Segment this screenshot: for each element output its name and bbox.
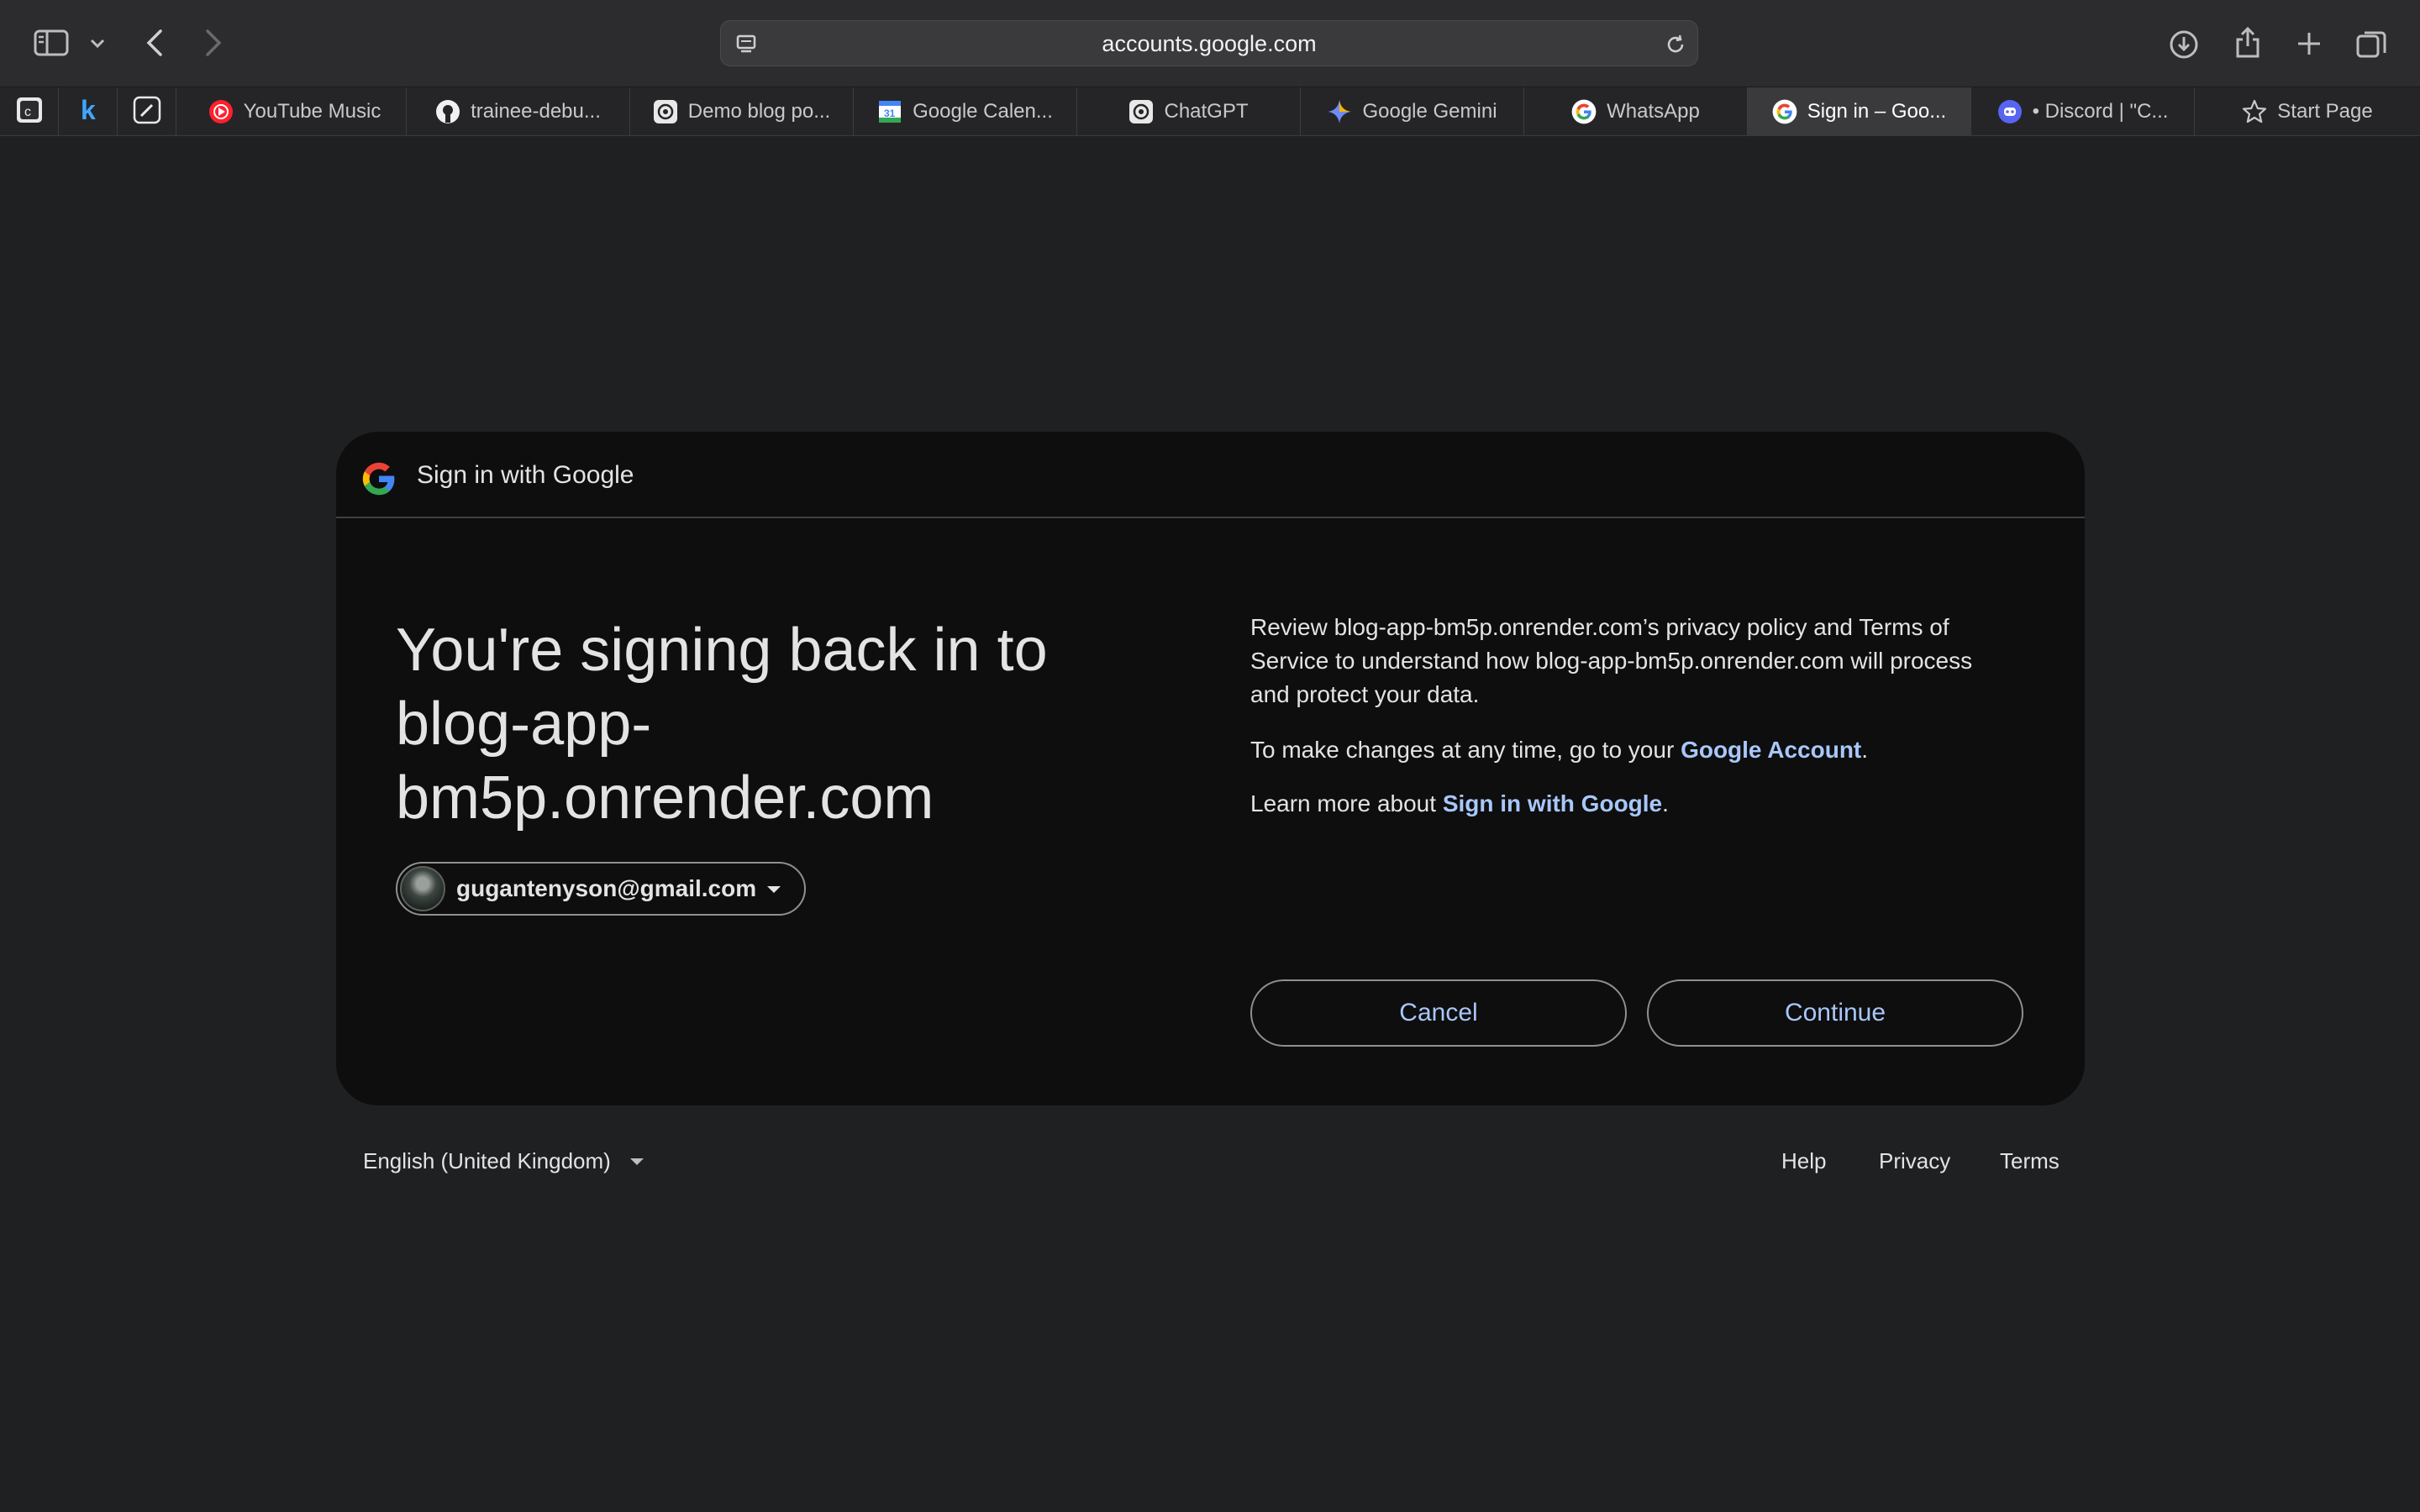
- discord-icon: [1997, 99, 2023, 124]
- tab-google-calendar[interactable]: 31 Google Calen...: [854, 87, 1077, 136]
- tab-label: Google Gemini: [1362, 100, 1497, 123]
- changes-suffix: .: [1861, 737, 1869, 763]
- github-icon: [435, 99, 460, 124]
- language-label: English (United Kingdom): [363, 1148, 611, 1173]
- tab-chatgpt[interactable]: ChatGPT: [1077, 87, 1301, 136]
- svg-text:31: 31: [884, 108, 896, 119]
- tab-youtube-music[interactable]: YouTube Music: [183, 87, 407, 136]
- sidebar-toggle-icon[interactable]: [32, 27, 71, 59]
- pinned-tab-3[interactable]: [118, 87, 176, 136]
- pen-icon: [133, 96, 161, 129]
- google-icon: [1571, 99, 1597, 124]
- chevron-down-icon: [765, 884, 782, 899]
- google-calendar-icon: 31: [877, 99, 902, 124]
- sign-in-with-google-link[interactable]: Sign in with Google: [1443, 790, 1662, 816]
- account-email: gugantenyson@gmail.com: [456, 875, 757, 901]
- tab-sign-in-google[interactable]: Sign in – Goo...: [1748, 87, 1971, 136]
- tab-label: trainee-debu...: [471, 100, 601, 123]
- chevron-down-icon[interactable]: [87, 34, 108, 54]
- page-title: You're signing back in to blog-app- bm5p…: [396, 613, 1118, 835]
- svg-text:k: k: [81, 96, 96, 124]
- tab-label: Sign in – Goo...: [1807, 100, 1947, 123]
- browser-toolbar: accounts.google.com: [0, 0, 2420, 87]
- reload-icon[interactable]: [1664, 33, 1687, 60]
- url-text[interactable]: accounts.google.com: [721, 21, 1697, 67]
- star-icon: [2242, 99, 2267, 124]
- account-chooser[interactable]: gugantenyson@gmail.com: [396, 862, 806, 916]
- tab-google-gemini[interactable]: Google Gemini: [1301, 87, 1524, 136]
- terms-link[interactable]: Terms: [2000, 1144, 2060, 1178]
- forward-icon[interactable]: [200, 25, 227, 60]
- dialog-header: Sign in with Google: [336, 432, 2085, 518]
- account-changes-text: To make changes at any time, go to your …: [1250, 733, 2015, 767]
- pinned-tab-1[interactable]: c: [0, 87, 59, 136]
- tab-start-page[interactable]: Start Page: [2195, 87, 2420, 136]
- pinned-app-icon: c: [15, 96, 44, 129]
- cancel-button[interactable]: Cancel: [1250, 979, 1627, 1047]
- gemini-icon: [1327, 99, 1352, 124]
- openai-icon: [1128, 99, 1154, 124]
- back-icon[interactable]: [141, 25, 168, 60]
- headline-line-2: blog-app-: [396, 690, 652, 758]
- changes-prefix: To make changes at any time, go to your: [1250, 737, 1681, 763]
- headline-line-1: You're signing back in to: [396, 617, 1048, 684]
- learn-suffix: .: [1662, 790, 1669, 816]
- tab-label: • Discord | "C...: [2032, 100, 2169, 123]
- tab-overview-icon[interactable]: [2353, 25, 2390, 62]
- google-icon: [1772, 99, 1797, 124]
- tab-discord[interactable]: • Discord | "C...: [1971, 87, 2195, 136]
- address-bar[interactable]: accounts.google.com: [720, 20, 1698, 66]
- openai-icon: [653, 99, 678, 124]
- headline-line-3: bm5p.onrender.com: [396, 764, 934, 832]
- help-link[interactable]: Help: [1781, 1144, 1826, 1178]
- learn-prefix: Learn more about: [1250, 790, 1443, 816]
- sign-in-dialog: Sign in with Google You're signing back …: [336, 432, 2085, 1105]
- downloads-icon[interactable]: [2166, 27, 2202, 62]
- tab-label: Google Calen...: [913, 100, 1053, 123]
- share-icon[interactable]: [2230, 24, 2265, 62]
- tab-label: ChatGPT: [1164, 100, 1249, 123]
- learn-more-text: Learn more about Sign in with Google.: [1250, 787, 2015, 821]
- pinned-tab-2[interactable]: k: [59, 87, 118, 136]
- language-selector[interactable]: English (United Kingdom): [363, 1144, 611, 1178]
- k-letter-icon: k: [76, 95, 101, 129]
- tab-label: Demo blog po...: [687, 100, 831, 123]
- google-account-link[interactable]: Google Account: [1681, 737, 1861, 763]
- google-logo-icon: [361, 461, 397, 501]
- new-tab-icon[interactable]: [2292, 27, 2326, 60]
- youtube-music-icon: [208, 99, 234, 124]
- tab-whatsapp[interactable]: WhatsApp: [1524, 87, 1748, 136]
- dialog-header-title: Sign in with Google: [417, 461, 634, 489]
- tab-label: Start Page: [2277, 100, 2373, 123]
- tab-demo-blog[interactable]: Demo blog po...: [630, 87, 854, 136]
- privacy-review-text: Review blog-app-bm5p.onrender.com’s priv…: [1250, 614, 1973, 707]
- svg-text:c: c: [24, 105, 31, 119]
- tab-label: WhatsApp: [1607, 100, 1700, 123]
- continue-button[interactable]: Continue: [1647, 979, 2023, 1047]
- tab-github[interactable]: trainee-debu...: [407, 87, 630, 136]
- chevron-down-icon[interactable]: [629, 1156, 645, 1171]
- avatar: [400, 866, 445, 911]
- tab-label: YouTube Music: [243, 100, 381, 123]
- tab-bar: c k YouTube Music trainee-debu... Demo b…: [0, 87, 2420, 136]
- privacy-link[interactable]: Privacy: [1879, 1144, 1950, 1178]
